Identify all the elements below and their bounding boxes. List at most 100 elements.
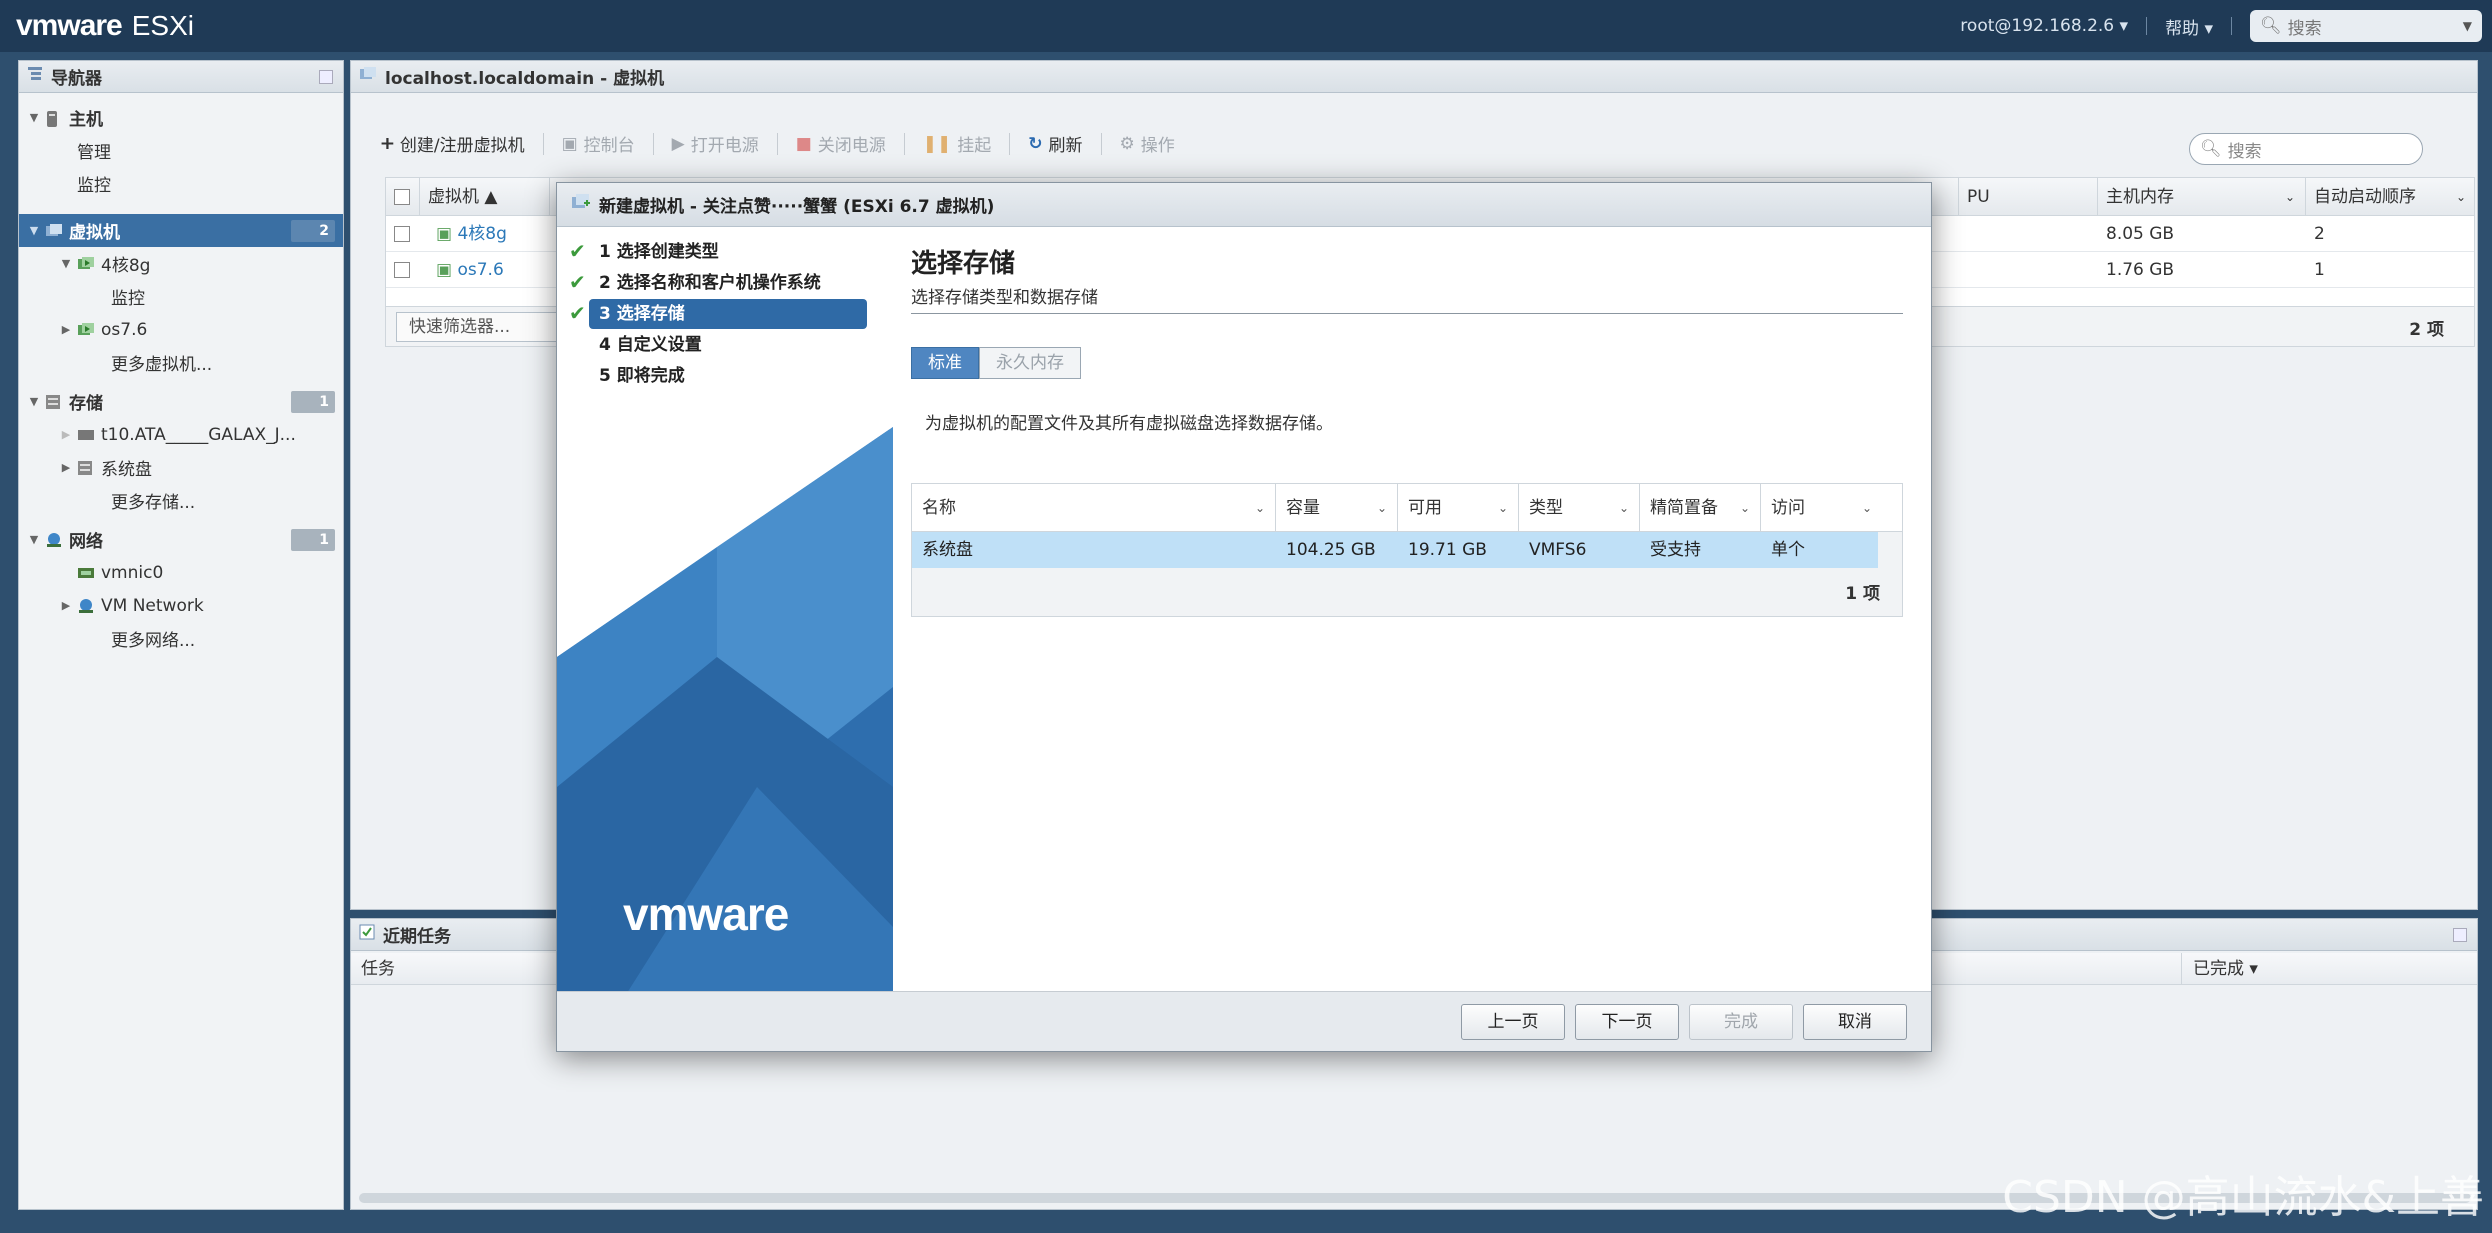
brand-logo: vmware ESXi [0, 9, 194, 43]
vm-running-icon: ▣ [436, 260, 453, 280]
chevron-down-icon: ⌄ [1739, 501, 1750, 515]
column-type[interactable]: 类型 ⌄ [1519, 484, 1640, 532]
user-menu[interactable]: root@192.168.2.6 ▾ [1960, 16, 2128, 36]
row-checkbox[interactable] [386, 216, 410, 252]
column-access[interactable]: 访问 ⌄ [1761, 484, 1882, 532]
collapse-icon[interactable]: ▼ [27, 224, 41, 237]
standard-storage-tab[interactable]: 标准 [911, 347, 979, 379]
step-4[interactable]: 4 自定义设置 [589, 330, 867, 360]
datastore-table: 名称 ⌄ 容量 ⌄ 可用 ⌄ 类型 ⌄ 精简置备 ⌄ 访问 ⌄ 系统盘 104.25 GB … [911, 483, 1903, 617]
nav-host-manage[interactable]: 管理 [19, 134, 343, 167]
nav-more-vms[interactable]: 更多虚拟机... [19, 346, 343, 379]
finish-button[interactable]: 完成 [1689, 1004, 1793, 1040]
row-checkbox[interactable] [386, 252, 410, 288]
expand-icon[interactable]: ▶ [59, 428, 73, 441]
portgroup-icon [77, 598, 95, 614]
suspend-button[interactable]: ❚❚ 挂起 [923, 131, 992, 157]
column-free[interactable]: 可用 ⌄ [1398, 484, 1519, 532]
column-capacity[interactable]: 容量 ⌄ [1276, 484, 1398, 532]
create-vm-button[interactable]: ➕︎ 创建/注册虚拟机 [381, 131, 525, 157]
chevron-down-icon: ⌄ [1376, 501, 1387, 515]
nav-vms[interactable]: ▼ 虚拟机 2 [19, 214, 343, 247]
column-cpu[interactable]: PU [1958, 178, 2098, 216]
storage-type-toggle: 标准 永久内存 [911, 347, 1081, 379]
check-icon: ✔ [569, 301, 586, 325]
minimize-icon[interactable] [2453, 928, 2467, 942]
nav-more-networks[interactable]: 更多网络... [19, 622, 343, 655]
top-search-input[interactable]: 🔍︎ 搜索 ▼ [2250, 10, 2482, 42]
column-host-memory[interactable]: 主机内存 ⌄ [2098, 178, 2306, 216]
vm-autostart: 1 [2314, 260, 2325, 280]
column-completed[interactable]: 已完成 ▾ [2193, 953, 2258, 985]
create-vm-icon: ➕︎ [381, 133, 394, 154]
vm-link[interactable]: ▣ os7.6 [428, 252, 504, 288]
step-2[interactable]: 2 选择名称和客户机操作系统 [589, 268, 867, 298]
nav-storage[interactable]: ▼ 存储 1 [19, 385, 343, 418]
refresh-button[interactable]: ↻ 刷新 [1028, 131, 1082, 157]
divider [2146, 17, 2148, 35]
divider [2231, 17, 2232, 35]
new-vm-wizard-dialog: 新建虚拟机 - 关注点赞·····蟹蟹 (ESXi 6.7 虚拟机) ✔ 1 选… [556, 182, 1932, 1052]
nav-host[interactable]: ▼ 主机 [19, 101, 343, 134]
vm-search-input[interactable]: 🔍︎ 搜索 [2189, 133, 2423, 165]
actions-button[interactable]: ⚙ 操作 [1120, 131, 1175, 157]
vm-running-icon [77, 256, 95, 272]
vm-list-header: localhost.localdomain - 虚拟机 [351, 61, 2477, 93]
vm-icon [45, 223, 63, 239]
help-menu[interactable]: 帮助 ▾ [2165, 14, 2213, 39]
nic-icon [77, 565, 95, 581]
datastore-free: 19.71 GB [1408, 540, 1487, 560]
wizard-content: 选择存储 选择存储类型和数据存储 标准 永久内存 为虚拟机的配置文件及其所有虚拟… [911, 227, 1915, 993]
step-5[interactable]: 5 即将完成 [589, 361, 867, 391]
nav-network[interactable]: ▼ 网络 1 [19, 523, 343, 556]
console-button[interactable]: ▣ 控制台 [562, 131, 635, 157]
expand-icon[interactable]: ▶ [59, 461, 73, 474]
nav-vm-monitor[interactable]: 监控 [19, 280, 343, 313]
next-button[interactable]: 下一页 [1575, 1004, 1679, 1040]
column-thin-provisioning[interactable]: 精简置备 ⌄ [1640, 484, 1761, 532]
minimize-icon[interactable] [319, 70, 333, 84]
storage-icon [45, 394, 63, 410]
persistent-memory-tab[interactable]: 永久内存 [979, 347, 1081, 379]
datastore-capacity: 104.25 GB [1286, 540, 1376, 560]
chevron-down-icon[interactable]: ▼ [2463, 19, 2472, 33]
nav-datastore[interactable]: ▶ 系统盘 [19, 451, 343, 484]
chevron-down-icon: ⌄ [2284, 190, 2295, 204]
network-count-badge: 1 [291, 529, 335, 551]
search-icon: 🔍︎ [2260, 16, 2282, 36]
power-on-button[interactable]: ▶ 打开电源 [672, 131, 759, 157]
chevron-down-icon: ⌄ [2455, 190, 2466, 204]
collapse-icon[interactable]: ▼ [27, 533, 41, 546]
collapse-icon[interactable]: ▼ [27, 395, 41, 408]
column-task[interactable]: 任务 [361, 953, 395, 985]
step-3[interactable]: 3 选择存储 [589, 299, 867, 329]
vm-link[interactable]: ▣ 4核8g [428, 216, 507, 252]
step-1[interactable]: 1 选择创建类型 [589, 237, 867, 267]
nav-vm-network[interactable]: ▶ VM Network [19, 589, 343, 622]
quick-filter-dropdown[interactable]: 快速筛选器... [396, 312, 566, 342]
vm-memory: 1.76 GB [2106, 260, 2175, 280]
table-row[interactable]: 系统盘 104.25 GB 19.71 GB VMFS6 受支持 单个 [912, 532, 1878, 568]
vm-autostart: 2 [2314, 224, 2325, 244]
navigator-title: 导航器 [51, 69, 102, 89]
expand-icon[interactable]: ▶ [59, 599, 73, 612]
nav-vmnic0[interactable]: vmnic0 [19, 556, 343, 589]
column-vm[interactable]: 虚拟机 ▲ [420, 178, 550, 216]
power-off-button[interactable]: ■ 关闭电源 [796, 131, 886, 157]
collapse-icon[interactable]: ▼ [59, 257, 73, 270]
back-button[interactable]: 上一页 [1461, 1004, 1565, 1040]
column-autostart-order[interactable]: 自动启动顺序 ⌄ [2306, 178, 2476, 216]
column-name[interactable]: 名称 ⌄ [912, 484, 1276, 532]
nav-more-storage[interactable]: 更多存储... [19, 484, 343, 517]
collapse-icon[interactable]: ▼ [27, 111, 41, 124]
expand-icon[interactable]: ▶ [59, 323, 73, 336]
select-all-checkbox[interactable] [386, 178, 420, 216]
tasks-icon [359, 924, 375, 945]
chevron-down-icon: ⌄ [1861, 501, 1872, 515]
vm-running-icon: ▣ [436, 224, 453, 244]
nav-host-monitor[interactable]: 监控 [19, 167, 343, 200]
nav-storage-device[interactable]: ▶ t10.ATA_____GALAX_J... [19, 418, 343, 451]
nav-vm-os76[interactable]: ▶ os7.6 [19, 313, 343, 346]
cancel-button[interactable]: 取消 [1803, 1004, 1907, 1040]
nav-vm-4c8g[interactable]: ▼ 4核8g [19, 247, 343, 280]
